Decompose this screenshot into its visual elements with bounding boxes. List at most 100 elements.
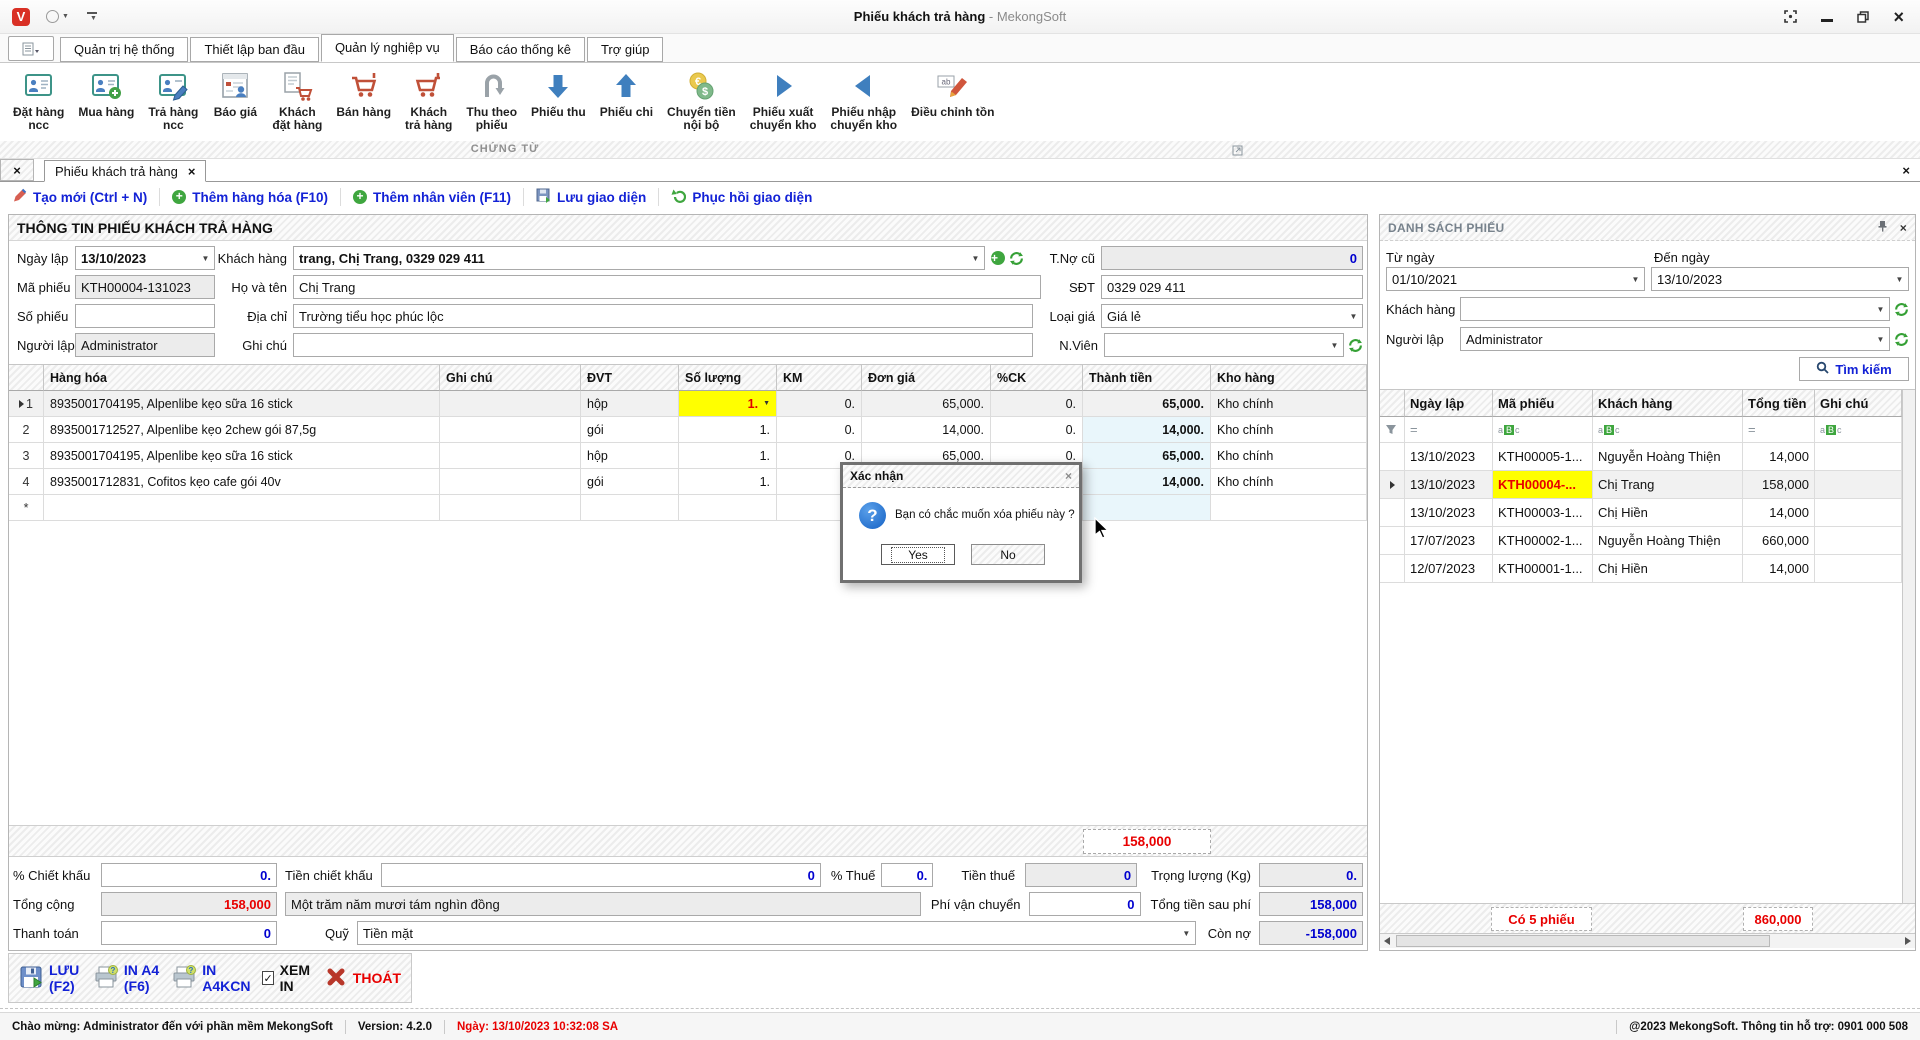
checkbox-checked-icon[interactable]: ✓ (262, 971, 273, 985)
ribbon-bao-gia[interactable]: Báo giá (205, 66, 265, 141)
menu-tab-quan-ly-nghiep-vu[interactable]: Quản lý nghiệp vụ (321, 34, 454, 62)
cell-code[interactable]: KTH00003-1... (1493, 499, 1593, 527)
col-ma-phieu[interactable]: Mã phiếu (1493, 390, 1593, 417)
cell-warehouse[interactable] (1211, 495, 1367, 521)
cell-qty[interactable]: 1. (679, 469, 777, 495)
cell-warehouse[interactable]: Kho chính (1211, 391, 1367, 417)
cell-name[interactable]: 8935001704195, Alpenlibe kẹo sữa 16 stic… (44, 443, 440, 469)
tien-chiet-khau-input[interactable]: 0 (381, 863, 821, 887)
current-row-icon[interactable] (1380, 471, 1405, 499)
row-marker[interactable] (1380, 555, 1405, 583)
sp-khach-hang-combobox[interactable]: ▼ (1460, 297, 1890, 321)
toolbar-customize-icon[interactable]: ▼ (87, 12, 97, 22)
fullscreen-button[interactable] (1784, 10, 1797, 23)
ribbon-phieu-chi[interactable]: Phiếu chi (593, 66, 660, 141)
cell-name[interactable]: 8935001704195, Alpenlibe kẹo sữa 16 stic… (44, 391, 440, 417)
menu-tab-thiet-lap-ban-dau[interactable]: Thiết lập ban đầu (190, 37, 318, 62)
den-ngay-datepicker[interactable]: 13/10/2023▼ (1651, 267, 1909, 291)
ribbon-phieu-nhap-chuyen-kho[interactable]: Phiếu nhậpchuyển kho (823, 66, 904, 141)
dialog-title-bar[interactable]: Xác nhận × (843, 465, 1079, 488)
cell-total[interactable]: 65,000. (1083, 391, 1211, 417)
cell-km[interactable]: 0. (777, 417, 862, 443)
search-button[interactable]: Tìm kiếm (1799, 357, 1909, 381)
cell-date[interactable]: 12/07/2023 (1405, 555, 1493, 583)
chiet-khau-pct-input[interactable]: 0. (101, 863, 277, 887)
n-vien-combobox[interactable]: ▼ (1104, 333, 1344, 357)
save-button[interactable]: LƯU (F2) (19, 962, 82, 994)
cell-warehouse[interactable]: Kho chính (1211, 469, 1367, 495)
cell-total[interactable]: 14,000. (1083, 417, 1211, 443)
add-staff-button[interactable]: + Thêm nhân viên (F11) (353, 190, 511, 205)
vertical-scrollbar[interactable] (1902, 390, 1915, 903)
horizontal-scrollbar[interactable] (1380, 933, 1915, 948)
cell-km[interactable]: 0. (777, 391, 862, 417)
row-marker[interactable]: 1 (9, 391, 44, 417)
cell-qty[interactable]: 1. (679, 443, 777, 469)
new-record-button[interactable]: Tạo mới (Ctrl + N) (12, 188, 147, 206)
add-item-button[interactable]: + Thêm hàng hóa (F10) (172, 190, 328, 205)
cell-unit[interactable]: hộp (581, 443, 679, 469)
no-button[interactable]: No (971, 544, 1045, 565)
yes-button[interactable]: Yes (881, 544, 955, 565)
col-khach-hang[interactable]: Khách hàng (1593, 390, 1743, 417)
filter-row-icon-cell[interactable] (1380, 417, 1405, 443)
col-hang-hoa[interactable]: Hàng hóa (44, 364, 440, 391)
exit-button[interactable]: THOÁT (325, 966, 401, 991)
restore-button[interactable] (1857, 11, 1869, 23)
col-don-gia[interactable]: Đơn giá (862, 364, 991, 391)
cell-total[interactable]: 14,000 (1743, 499, 1815, 527)
filter-customer[interactable]: aBc (1593, 417, 1743, 443)
filter-date[interactable]: = (1405, 417, 1493, 443)
cell-customer[interactable]: Chị Hiền (1593, 499, 1743, 527)
cell-unit[interactable]: hộp (581, 391, 679, 417)
loai-gia-combobox[interactable]: Giá lẻ ▼ (1101, 304, 1363, 328)
tab-close-icon[interactable]: × (188, 164, 196, 179)
cell-customer[interactable]: Nguyễn Hoàng Thiện (1593, 527, 1743, 555)
cell-date[interactable]: 13/10/2023 (1405, 471, 1493, 499)
cell-note[interactable] (440, 391, 581, 417)
tabstrip-close-icon[interactable]: × (1902, 159, 1910, 181)
add-customer-icon[interactable]: + (991, 251, 1005, 265)
chevron-down-icon[interactable]: ▼ (763, 400, 770, 407)
cell-code[interactable]: KTH00005-1... (1493, 443, 1593, 471)
cell-name[interactable] (44, 495, 440, 521)
cell-qty[interactable]: 1. (679, 417, 777, 443)
ribbon-dieu-chinh-ton[interactable]: ab Điều chỉnh tồn (904, 66, 1001, 141)
cell-total[interactable]: 65,000. (1083, 443, 1211, 469)
ribbon-chuyen-tien-noi-bo[interactable]: €$ Chuyển tiềnnội bộ (660, 66, 743, 141)
cell-code[interactable]: KTH00002-1... (1493, 527, 1593, 555)
refresh-icon[interactable] (1894, 332, 1909, 347)
ribbon-phieu-xuat-chuyen-kho[interactable]: Phiếu xuấtchuyển kho (743, 66, 824, 141)
app-menu-button[interactable] (8, 36, 54, 61)
thanh-toan-input[interactable]: 0 (101, 921, 277, 945)
cell-total[interactable]: 158,000 (1743, 471, 1815, 499)
cell-name[interactable]: 8935001712831, Cofitos kẹo cafe gói 40v (44, 469, 440, 495)
cell-note[interactable] (440, 495, 581, 521)
ribbon-phieu-thu[interactable]: Phiếu thu (524, 66, 593, 141)
menu-tab-bao-cao-thong-ke[interactable]: Báo cáo thống kê (456, 37, 585, 62)
sp-nguoi-lap-combobox[interactable]: Administrator▼ (1460, 327, 1890, 351)
minimize-button[interactable] (1821, 12, 1833, 22)
chevron-down-icon[interactable]: ▼ (1327, 335, 1342, 355)
cell-name[interactable]: 8935001712527, Alpenlibe kẹo 2chew gói 8… (44, 417, 440, 443)
row-marker[interactable]: 4 (9, 469, 44, 495)
cell-total[interactable]: 660,000 (1743, 527, 1815, 555)
panel-close-icon[interactable]: × (1900, 221, 1907, 235)
cell-note[interactable] (440, 417, 581, 443)
print-a4-button[interactable]: ? IN A4 (F6) (94, 962, 160, 994)
filter-note[interactable]: aBc (1815, 417, 1902, 443)
col-km[interactable]: KM (777, 364, 862, 391)
refresh-customer-icon[interactable] (1009, 251, 1024, 266)
col-ghi-chu[interactable]: Ghi chú (440, 364, 581, 391)
dia-chi-input[interactable]: Trường tiểu học phúc lộc (293, 304, 1033, 328)
refresh-staff-icon[interactable] (1348, 338, 1363, 353)
scroll-left-icon[interactable] (1384, 937, 1390, 945)
cell-date[interactable]: 17/07/2023 (1405, 527, 1493, 555)
cell-ck[interactable]: 0. (991, 391, 1083, 417)
chevron-down-icon[interactable]: ▼ (1628, 269, 1643, 289)
ghi-chu-input[interactable] (293, 333, 1033, 357)
menu-tab-quan-tri-he-thong[interactable]: Quản trị hệ thống (60, 37, 188, 62)
chevron-down-icon[interactable]: ▼ (1346, 306, 1361, 326)
new-row-marker[interactable]: * (9, 495, 44, 521)
cell-ck[interactable]: 0. (991, 417, 1083, 443)
